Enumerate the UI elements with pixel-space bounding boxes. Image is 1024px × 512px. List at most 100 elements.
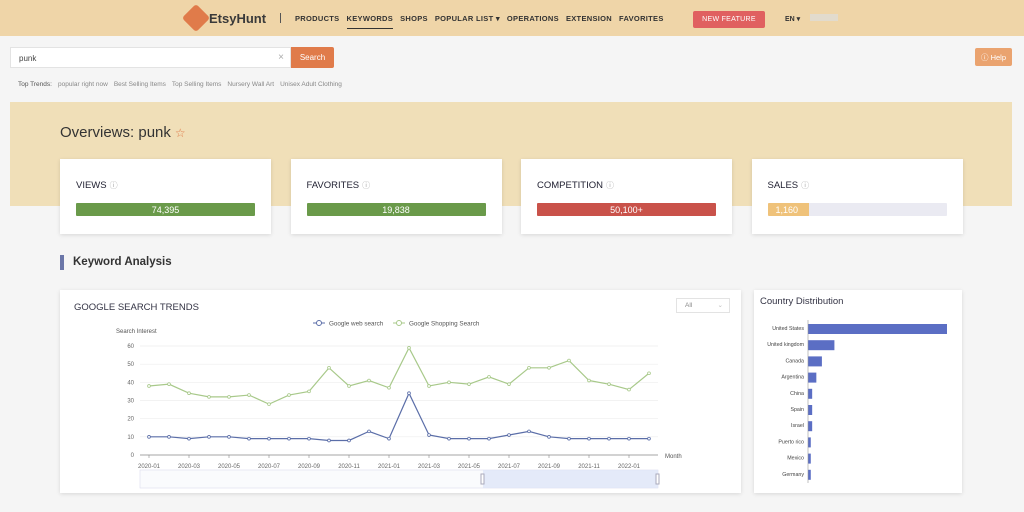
data-point	[387, 436, 391, 441]
y-tick-label: 0	[131, 453, 135, 459]
data-point	[187, 436, 191, 441]
help-label: Help	[990, 52, 1007, 62]
stat-card-sales: SALES ⓘ 1,160	[751, 159, 963, 234]
country-bar	[808, 405, 813, 415]
data-point	[327, 365, 331, 370]
nav-item[interactable]: SHOPS	[400, 14, 428, 29]
data-point	[187, 391, 191, 396]
x-tick-label: 2022-01	[618, 464, 641, 470]
top-trends: Top Trends: popular right now Best Selling…	[18, 81, 342, 88]
nav-item[interactable]: PRODUCTS	[295, 14, 340, 29]
trend-link[interactable]: Best Selling Items	[114, 81, 166, 88]
top-navbar: EtsyHunt PRODUCTS KEYWORDS SHOPS POPULAR LI…	[0, 0, 1024, 36]
x-axis-label: Month	[665, 454, 682, 460]
nav-item[interactable]: OPERATIONS	[507, 14, 559, 29]
data-point	[227, 435, 231, 439]
stat-label: VIEWS ⓘ	[76, 180, 118, 191]
data-point	[627, 436, 631, 441]
country-label: Israel	[791, 423, 804, 429]
country-bar	[808, 453, 811, 464]
section-title: Keyword Analysis	[60, 255, 172, 270]
data-point	[307, 389, 311, 394]
data-point	[447, 436, 451, 441]
data-point	[467, 382, 471, 386]
stat-label: COMPETITION ⓘ	[537, 180, 614, 191]
info-icon[interactable]: ⓘ	[801, 181, 809, 190]
country-bar	[808, 388, 813, 399]
country-bar	[808, 372, 817, 383]
data-point	[247, 393, 251, 397]
country-label: United kingdom	[767, 342, 804, 348]
main-nav: PRODUCTS KEYWORDS SHOPS POPULAR LIST ▾ OPERA…	[295, 14, 664, 29]
data-point	[287, 436, 291, 441]
nav-item[interactable]: KEYWORDS	[346, 14, 394, 29]
stat-value: 50,100+	[537, 203, 716, 216]
data-point	[547, 365, 551, 370]
info-icon[interactable]: ⓘ	[606, 181, 614, 190]
country-bar	[808, 421, 813, 432]
user-account[interactable]	[810, 14, 838, 21]
data-point	[407, 346, 411, 350]
data-point	[167, 382, 171, 386]
data-point	[427, 384, 431, 388]
info-icon[interactable]: ⓘ	[110, 181, 118, 190]
data-point	[367, 378, 371, 383]
y-tick-label: 10	[127, 435, 134, 441]
y-axis-label: Search Interest	[116, 329, 157, 335]
star-icon[interactable]: ☆	[175, 126, 186, 140]
logo-icon	[181, 3, 211, 33]
data-point	[647, 371, 651, 376]
x-tick-label: 2020-09	[298, 464, 321, 470]
etsyhunt-logo[interactable]: EtsyHunt	[181, 3, 267, 33]
search-input[interactable]: punk ×	[10, 47, 291, 68]
trend-link[interactable]: popular right now	[58, 81, 108, 88]
stat-card-favorites: FAVORITES ⓘ 19,838	[290, 159, 502, 234]
country-bar	[808, 356, 822, 367]
data-point	[627, 387, 631, 392]
clear-icon[interactable]: ×	[278, 52, 284, 63]
help-button[interactable]: ⓘ Help	[975, 48, 1012, 66]
language-select[interactable]: EN ▾	[785, 15, 800, 23]
country-label: Argentina	[781, 375, 804, 381]
data-point	[527, 365, 531, 370]
data-point	[407, 391, 411, 396]
nav-item[interactable]: FAVORITES	[619, 14, 664, 29]
country-label: Germany	[782, 472, 804, 478]
country-label: Spain	[790, 407, 804, 413]
trend-link[interactable]: Nursery Wall Art	[227, 81, 274, 88]
nav-item[interactable]: EXTENSION	[566, 14, 612, 29]
x-tick-label: 2021-09	[538, 464, 561, 470]
zoom-window	[483, 470, 658, 488]
data-point	[567, 358, 571, 363]
y-tick-label: 50	[127, 362, 134, 368]
y-tick-label: 40	[127, 380, 134, 386]
info-icon[interactable]: ⓘ	[362, 181, 370, 190]
data-point	[247, 436, 251, 441]
country-label: Canada	[785, 358, 804, 364]
trend-link[interactable]: Unisex Adult Clothing	[280, 81, 342, 88]
search-button[interactable]: Search	[291, 47, 334, 68]
stat-value: 1,160	[767, 203, 809, 216]
stat-card-competition: COMPETITION ⓘ 50,100+	[521, 159, 732, 234]
range-value: All	[685, 302, 693, 309]
new-feature-button[interactable]: NEW FEATURE	[693, 11, 765, 28]
stat-value: 19,838	[306, 203, 486, 216]
y-tick-label: 60	[127, 344, 134, 350]
data-point	[387, 385, 391, 390]
stat-label-text: VIEWS	[76, 180, 107, 191]
legend-marker	[316, 320, 322, 326]
help-icon: ⓘ	[980, 52, 991, 62]
trends-chart: Search Interest Month 0 10 20 30 40 50 60 2020-01…	[116, 320, 682, 489]
data-point	[527, 429, 531, 434]
trend-link[interactable]: Top Selling Items	[172, 81, 222, 88]
chevron-down-icon: ⌄	[717, 302, 723, 309]
data-point	[607, 382, 611, 386]
data-point	[267, 402, 271, 406]
data-point	[427, 433, 431, 437]
data-point	[507, 433, 511, 437]
data-point	[227, 395, 231, 399]
logo-text: EtsyHunt	[209, 10, 267, 26]
nav-item[interactable]: POPULAR LIST ▾	[435, 14, 500, 29]
country-label: Mexico	[787, 456, 804, 462]
x-tick-label: 2021-11	[578, 464, 600, 470]
